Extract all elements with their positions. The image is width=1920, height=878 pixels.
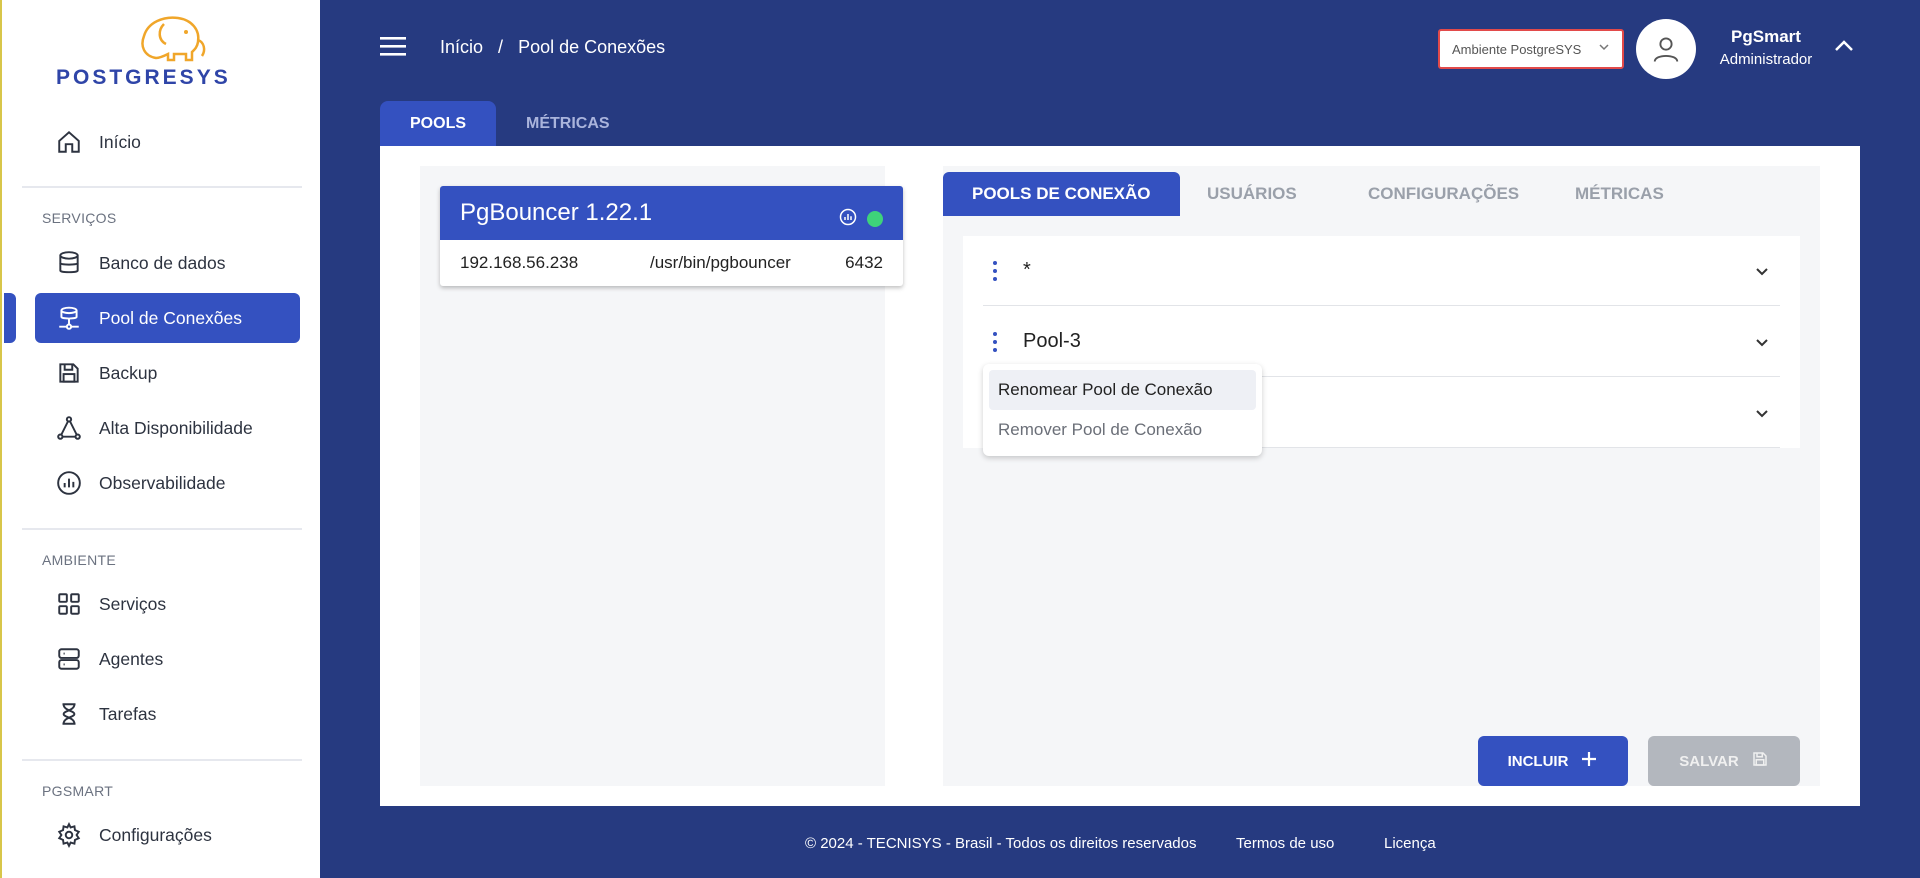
pgbouncer-card[interactable]: PgBouncer 1.22.1 192.168.56.238 /usr/bin…	[440, 186, 903, 286]
tab-usuarios[interactable]: USUÁRIOS	[1178, 172, 1326, 216]
environment-select-value: Ambiente PostgreSYS	[1452, 41, 1582, 57]
sidebar-item-label: Backup	[99, 362, 158, 383]
chart-circle-icon	[53, 467, 85, 499]
sidebar-item-label: Serviços	[99, 593, 167, 614]
pool-row[interactable]: *	[983, 236, 1780, 306]
sidebar-item-agentes[interactable]: Agentes	[35, 634, 300, 684]
kebab-menu-icon[interactable]	[985, 260, 1005, 281]
sidebar: POSTGRESYS Início SERVIÇOS Banco de dado…	[0, 0, 320, 878]
sidebar-item-label: Agentes	[99, 648, 164, 669]
sidebar-item-pool-de-conexoes[interactable]: Pool de Conexões	[35, 293, 300, 343]
tab-configuracoes[interactable]: CONFIGURAÇÕES	[1339, 172, 1548, 216]
section-ambiente: AMBIENTE	[42, 552, 116, 568]
database-icon	[53, 247, 85, 279]
pgbouncer-panel: PgBouncer 1.22.1 192.168.56.238 /usr/bin…	[420, 166, 903, 786]
sidebar-item-label: Banco de dados	[99, 252, 226, 273]
postgresys-logo[interactable]: POSTGRESYS	[52, 10, 272, 90]
pgbouncer-ip: 192.168.56.238	[460, 253, 579, 272]
sidebar-item-alta-disponibilidade[interactable]: Alta Disponibilidade	[35, 403, 300, 453]
save-button[interactable]: SALVAR	[1648, 736, 1800, 786]
user-role: Administrador	[1719, 51, 1813, 68]
sidebar-item-label: Configurações	[99, 824, 212, 845]
sidebar-item-observabilidade[interactable]: Observabilidade	[35, 458, 300, 508]
footer-license-link[interactable]: Licença	[1384, 835, 1436, 852]
sidebar-item-label: Tarefas	[99, 703, 157, 724]
pgbouncer-path: /usr/bin/pgbouncer	[650, 253, 791, 272]
connection-pool-icon	[53, 302, 85, 334]
hourglass-icon	[53, 698, 85, 730]
gear-icon	[53, 819, 85, 851]
main-card: PgBouncer 1.22.1 192.168.56.238 /usr/bin…	[380, 146, 1860, 806]
sidebar-item-tarefas[interactable]: Tarefas	[35, 689, 300, 739]
chevron-down-icon[interactable]	[1754, 405, 1770, 426]
pgbouncer-header: PgBouncer 1.22.1	[440, 186, 903, 240]
active-indicator	[4, 293, 16, 343]
save-button-label: SALVAR	[1679, 752, 1739, 770]
sidebar-item-inicio[interactable]: Início	[35, 117, 300, 167]
grid-icon	[53, 588, 85, 620]
logo-text: POSTGRESYS	[56, 66, 231, 89]
pool-name: Pool-3	[1023, 330, 1081, 352]
sidebar-item-label: Observabilidade	[99, 472, 226, 493]
breadcrumb-home[interactable]: Início	[440, 37, 483, 57]
plus-icon	[1580, 750, 1598, 772]
status-online-indicator	[867, 211, 883, 227]
section-servicos: SERVIÇOS	[42, 210, 117, 226]
elephant-icon	[141, 16, 206, 62]
kebab-menu-icon[interactable]	[985, 331, 1005, 352]
sidebar-item-configuracoes[interactable]: Configurações	[35, 810, 300, 860]
chevron-up-icon[interactable]	[1834, 38, 1854, 57]
sidebar-divider	[22, 186, 302, 188]
sidebar-item-label: Pool de Conexões	[99, 307, 243, 328]
triangle-nodes-icon	[53, 412, 85, 444]
tab-metricas-pool[interactable]: MÉTRICAS	[1546, 172, 1693, 216]
sidebar-item-servicos[interactable]: Serviços	[35, 579, 300, 629]
pool-context-menu: Renomear Pool de Conexão Remover Pool de…	[983, 364, 1262, 456]
tab-pools-de-conexao[interactable]: POOLS DE CONEXÃO	[943, 172, 1180, 216]
metrics-icon[interactable]	[839, 205, 857, 233]
sidebar-item-banco-de-dados[interactable]: Banco de dados	[35, 238, 300, 288]
server-icon	[53, 643, 85, 675]
pools-panel: POOLS DE CONEXÃO USUÁRIOS CONFIGURAÇÕES …	[943, 166, 1820, 786]
avatar[interactable]	[1636, 19, 1696, 79]
hamburger-menu-icon[interactable]	[380, 36, 408, 58]
sidebar-item-backup[interactable]: Backup	[35, 348, 300, 398]
chevron-down-icon[interactable]	[1754, 263, 1770, 284]
remove-pool-menu-item[interactable]: Remover Pool de Conexão	[989, 410, 1256, 450]
include-button-label: INCLUIR	[1507, 752, 1569, 770]
floppy-disk-icon	[53, 357, 85, 389]
environment-select[interactable]: Ambiente PostgreSYS	[1438, 29, 1624, 69]
breadcrumb-separator: /	[498, 37, 504, 57]
chevron-down-icon	[1598, 41, 1610, 56]
tab-pools[interactable]: POOLS	[380, 101, 497, 147]
rename-pool-menu-item[interactable]: Renomear Pool de Conexão	[989, 370, 1256, 410]
tab-metricas[interactable]: MÉTRICAS	[496, 101, 640, 147]
sidebar-divider	[22, 759, 302, 761]
breadcrumb-current: Pool de Conexões	[518, 37, 666, 57]
breadcrumb: Início / Pool de Conexões	[440, 37, 675, 58]
pgbouncer-port: 6432	[845, 253, 883, 272]
user-icon	[1653, 37, 1679, 62]
sidebar-item-label: Início	[99, 131, 141, 152]
sidebar-divider	[22, 528, 302, 530]
chevron-down-icon[interactable]	[1754, 334, 1770, 355]
include-button[interactable]: INCLUIR	[1478, 736, 1628, 786]
floppy-disk-icon	[1751, 750, 1769, 772]
home-icon	[53, 126, 85, 158]
section-pgsmart: PGSMART	[42, 783, 114, 799]
footer-copyright: © 2024 - TECNISYS - Brasil - Todos os di…	[805, 835, 1197, 852]
pgbouncer-title: PgBouncer 1.22.1	[460, 199, 653, 226]
sidebar-item-label: Alta Disponibilidade	[99, 417, 253, 438]
footer-terms-link[interactable]: Termos de uso	[1236, 835, 1334, 852]
pool-name: *	[1023, 259, 1031, 281]
pgbouncer-details: 192.168.56.238 /usr/bin/pgbouncer 6432	[440, 240, 903, 286]
user-name: PgSmart	[1731, 27, 1801, 46]
